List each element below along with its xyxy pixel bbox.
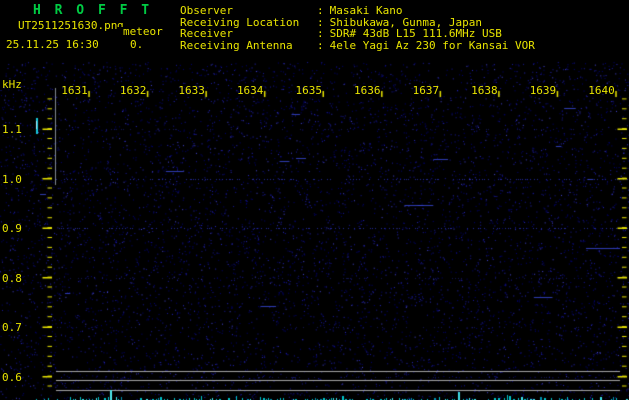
datetime-label: 25.11.25 16:30 xyxy=(6,38,99,51)
overlay-label: meteor xyxy=(123,25,163,38)
x-axis-label-1640: 1640 xyxy=(588,84,615,97)
x-axis-label-1631: 1631 xyxy=(61,84,88,97)
meta-row-observer: Observer: Masaki Kano xyxy=(180,5,535,17)
filename-label: UT2511251630.pn xyxy=(18,19,118,32)
x-axis-label-1638: 1638 xyxy=(471,84,498,97)
app-title: H R O F F T xyxy=(33,3,153,18)
x-axis-label-1636: 1636 xyxy=(354,84,381,97)
station-metadata: Observer: Masaki Kano Receiving Location: S… xyxy=(180,5,535,51)
x-axis-label-1635: 1635 xyxy=(295,84,323,97)
y-axis-unit: kHz xyxy=(2,78,22,91)
y-axis-label-0.9: 0.9 xyxy=(2,222,22,235)
spectrogram-plot xyxy=(0,0,629,400)
hrofft-window: H R O F F T UT2511251630.pn g meteor 25.… xyxy=(0,0,629,400)
x-axis-label-1637: 1637 xyxy=(412,84,440,97)
meta-label: Observer xyxy=(180,4,233,17)
meta-separator: : xyxy=(317,38,324,52)
x-axis-label-1639: 1639 xyxy=(529,84,557,97)
meta-value: Masaki Kano xyxy=(329,4,403,17)
x-axis-label-1634: 1634 xyxy=(236,84,264,97)
y-axis-label-1.0: 1.0 xyxy=(2,172,22,186)
x-axis-label-1632: 1632 xyxy=(119,84,147,97)
x-axis-label-1633: 1633 xyxy=(178,84,205,97)
meta-label: Receiving Antenna xyxy=(180,38,293,52)
counter-label: 0. xyxy=(130,38,144,51)
meta-value: 4ele Yagi Az 230 for Kansai VOR xyxy=(329,38,535,52)
meta-separator: : xyxy=(317,4,324,17)
y-axis-label-0.6: 0.6 xyxy=(2,370,22,384)
y-axis-label-0.7: 0.7 xyxy=(2,321,22,334)
y-axis-label-0.8: 0.8 xyxy=(2,271,22,285)
y-axis-label-1.1: 1.1 xyxy=(2,123,22,136)
meta-row-receiving-antenna: Receiving Antenna:4ele Yagi Az 230 for K… xyxy=(180,40,535,52)
